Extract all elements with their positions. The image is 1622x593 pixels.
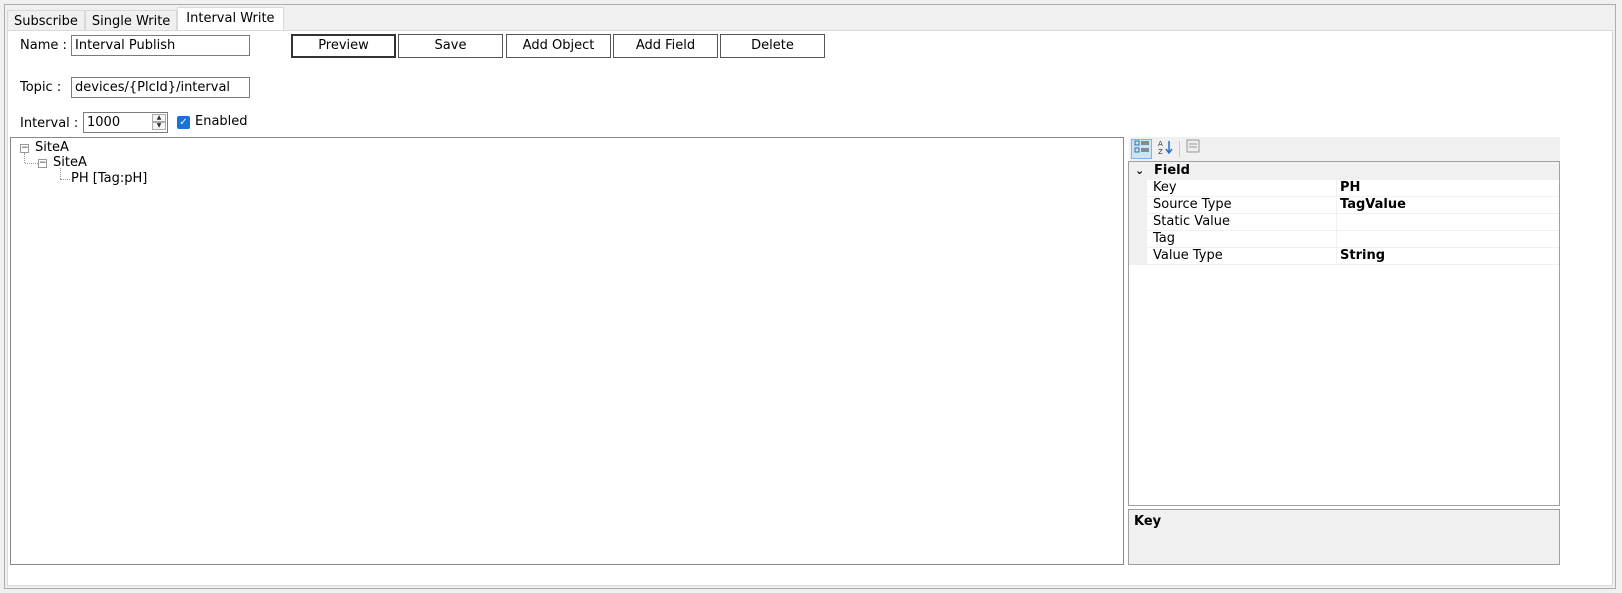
topic-input[interactable]: devices/{PlcId}/interval xyxy=(71,77,250,98)
interval-write-panel: Name : Interval Publish Preview Save Add… xyxy=(7,30,1613,586)
delete-button[interactable]: Delete xyxy=(720,34,825,58)
category-name: Field xyxy=(1154,163,1190,178)
enabled-label: Enabled xyxy=(195,114,248,129)
save-button[interactable]: Save xyxy=(398,34,503,58)
column-separator xyxy=(1336,197,1337,214)
stepper-down-icon[interactable]: ▼ xyxy=(152,122,166,130)
chevron-down-icon[interactable]: ⌄ xyxy=(1135,162,1144,180)
categorized-icon[interactable] xyxy=(1131,139,1152,159)
property-row-source-type[interactable]: Source Type TagValue xyxy=(1129,197,1559,214)
collapse-icon[interactable]: − xyxy=(20,144,29,153)
row-gutter xyxy=(1129,214,1147,231)
tab-subscribe[interactable]: Subscribe xyxy=(7,10,85,31)
interval-value: 1000 xyxy=(87,115,121,130)
column-separator xyxy=(1336,231,1337,248)
tab-strip: Subscribe Single Write Interval Write xyxy=(7,7,284,31)
preview-button[interactable]: Preview xyxy=(291,34,396,58)
svg-text:Z: Z xyxy=(1158,148,1163,155)
tab-single-write[interactable]: Single Write xyxy=(84,10,178,31)
column-separator xyxy=(1336,248,1337,265)
column-separator xyxy=(1336,214,1337,231)
collapse-icon[interactable]: − xyxy=(38,159,47,168)
property-row-tag[interactable]: Tag xyxy=(1129,231,1559,248)
property-value[interactable]: PH xyxy=(1340,180,1360,196)
tree-node-leaf[interactable]: PH [Tag:pH] xyxy=(71,171,147,186)
property-row-value-type[interactable]: Value Type String xyxy=(1129,248,1559,265)
interval-stepper[interactable]: 1000 ▲ ▼ xyxy=(83,112,168,133)
property-name: Static Value xyxy=(1153,214,1231,229)
row-gutter xyxy=(1129,180,1147,197)
payload-tree[interactable]: − SiteA − SiteA PH [Tag:pH] xyxy=(10,137,1124,565)
row-gutter xyxy=(1129,231,1147,248)
property-name: Tag xyxy=(1153,231,1176,246)
alphabetical-sort-icon[interactable]: AZ xyxy=(1154,139,1175,159)
property-name: Key xyxy=(1153,180,1177,195)
topic-label: Topic : xyxy=(20,80,62,95)
property-name: Source Type xyxy=(1153,197,1232,212)
help-title: Key xyxy=(1134,514,1162,529)
tree-node-root[interactable]: SiteA xyxy=(35,140,69,155)
property-row-static-value[interactable]: Static Value xyxy=(1129,214,1559,231)
property-name: Value Type xyxy=(1153,248,1223,263)
main-window: Subscribe Single Write Interval Write Na… xyxy=(4,4,1616,589)
property-help-pane: Key xyxy=(1128,509,1560,565)
toolbar-divider xyxy=(1179,141,1180,157)
property-value[interactable]: TagValue xyxy=(1340,197,1406,213)
category-header[interactable]: ⌄ Field xyxy=(1129,162,1559,180)
tree-line xyxy=(60,168,61,179)
tree-line xyxy=(60,179,70,180)
add-object-button[interactable]: Add Object xyxy=(506,34,611,58)
tab-interval-write[interactable]: Interval Write xyxy=(177,7,284,31)
enabled-checkbox[interactable]: ✓ xyxy=(177,116,190,129)
interval-label: Interval : xyxy=(20,116,79,131)
property-value[interactable]: String xyxy=(1340,248,1385,264)
tree-line xyxy=(24,153,25,163)
property-row-key[interactable]: Key PH xyxy=(1129,180,1559,197)
property-grid[interactable]: ⌄ Field Key PH Source Type TagValue Stat… xyxy=(1128,161,1560,506)
row-gutter xyxy=(1129,197,1147,214)
row-gutter xyxy=(1129,248,1147,265)
tree-node-child[interactable]: SiteA xyxy=(53,155,87,170)
svg-text:A: A xyxy=(1158,140,1163,148)
property-pages-icon[interactable] xyxy=(1182,139,1203,159)
name-label: Name : xyxy=(20,38,67,53)
stepper-up-icon[interactable]: ▲ xyxy=(152,114,166,122)
stepper-arrows[interactable]: ▲ ▼ xyxy=(152,114,166,131)
property-grid-toolbar: AZ xyxy=(1129,137,1560,161)
add-field-button[interactable]: Add Field xyxy=(613,34,718,58)
column-separator xyxy=(1336,180,1337,197)
name-input[interactable]: Interval Publish xyxy=(71,35,250,56)
tree-line xyxy=(25,163,38,164)
